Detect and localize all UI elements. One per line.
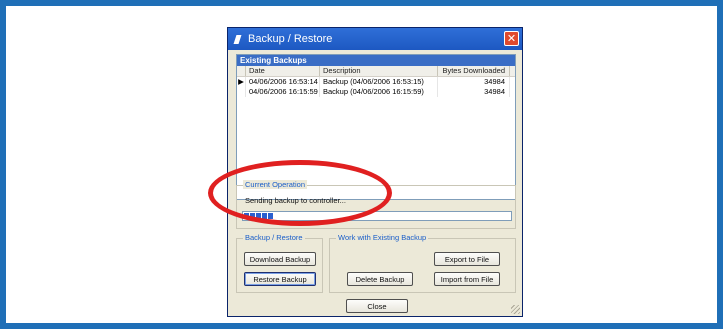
resize-grip-icon[interactable] [511, 305, 520, 314]
row-indicator-icon [237, 87, 246, 97]
cell-description: Backup (04/06/2006 16:53:15) [320, 77, 438, 87]
annotation-ellipse [208, 160, 392, 226]
cell-bytes: 34984 [438, 77, 510, 87]
download-backup-button[interactable]: Download Backup [244, 252, 316, 266]
delete-backup-button[interactable]: Delete Backup [347, 272, 413, 286]
screenshot-canvas: Backup / Restore ✕ Existing Backups Date… [6, 6, 717, 323]
backup-restore-group: Backup / Restore Download Backup Restore… [236, 233, 323, 293]
export-to-file-button[interactable]: Export to File [434, 252, 500, 266]
cell-bytes: 34984 [438, 87, 510, 97]
import-from-file-button[interactable]: Import from File [434, 272, 500, 286]
row-indicator-icon: ▶ [237, 77, 246, 87]
row-indicator-header [237, 66, 246, 76]
app-icon [234, 35, 243, 44]
backup-restore-label: Backup / Restore [243, 233, 305, 242]
table-row[interactable]: ▶ 04/06/2006 16:53:14 Backup (04/06/2006… [237, 77, 515, 87]
restore-backup-button[interactable]: Restore Backup [244, 272, 316, 286]
table-row[interactable]: 04/06/2006 16:15:59 Backup (04/06/2006 1… [237, 87, 515, 97]
window-title: Backup / Restore [248, 33, 333, 45]
close-button[interactable]: Close [346, 299, 408, 313]
title-bar[interactable]: Backup / Restore ✕ [228, 28, 522, 50]
column-header-description[interactable]: Description [320, 66, 438, 76]
existing-backup-group: Work with Existing Backup Export to File… [329, 233, 516, 293]
column-header-date[interactable]: Date [246, 66, 320, 76]
cell-date: 04/06/2006 16:15:59 [246, 87, 320, 97]
existing-backup-label: Work with Existing Backup [336, 233, 429, 242]
grid-caption: Existing Backups [237, 55, 515, 66]
column-header-bytes[interactable]: Bytes Downloaded [438, 66, 510, 76]
close-window-button[interactable]: ✕ [504, 31, 519, 46]
cell-date: 04/06/2006 16:53:14 [246, 77, 320, 87]
grid-header: Date Description Bytes Downloaded [237, 66, 515, 77]
cell-description: Backup (04/06/2006 16:15:59) [320, 87, 438, 97]
